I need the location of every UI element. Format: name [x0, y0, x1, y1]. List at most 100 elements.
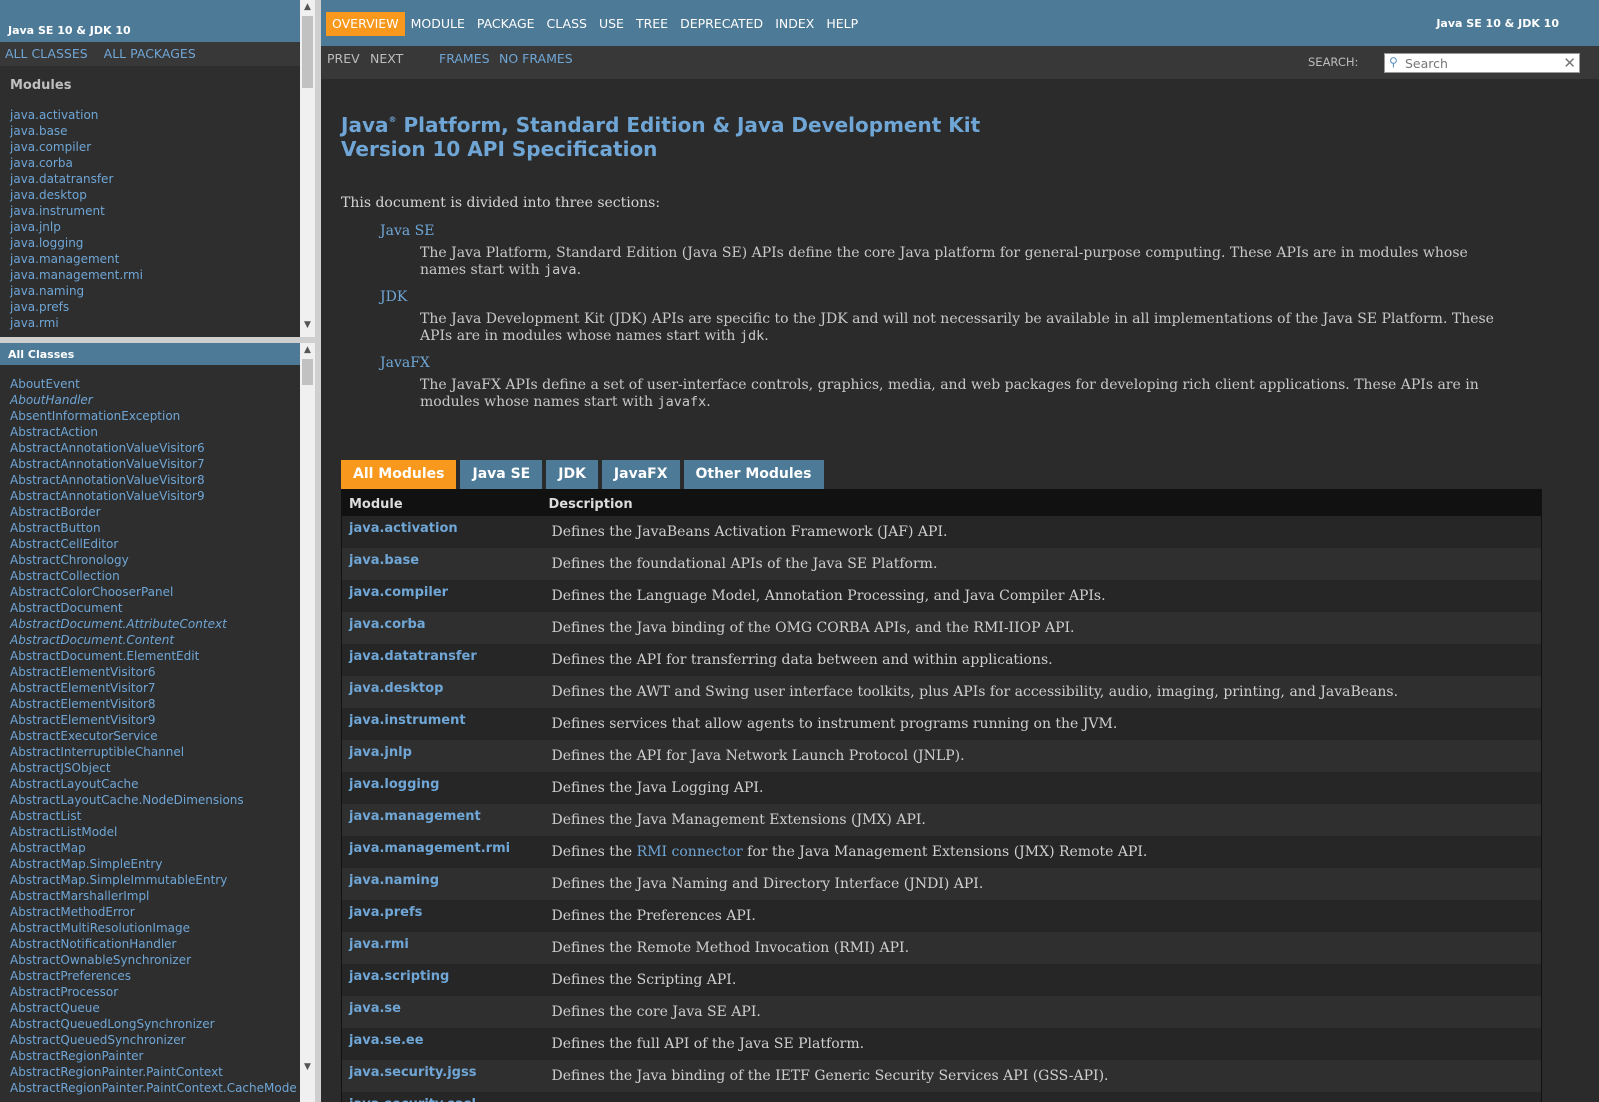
class-link[interactable]: AbstractQueue [10, 1000, 297, 1016]
section-link-jdk[interactable]: JDK [380, 289, 1551, 311]
module-link[interactable]: java.logging [10, 235, 143, 251]
module-name-link[interactable]: java.desktop [341, 675, 542, 708]
class-link[interactable]: AbstractJSObject [10, 760, 297, 776]
class-link[interactable]: AbstractMap [10, 840, 297, 856]
clear-search-icon[interactable]: ✕ [1563, 54, 1576, 72]
class-link[interactable]: AbstractDocument.ElementEdit [10, 648, 297, 664]
class-link[interactable]: AbstractElementVisitor8 [10, 696, 297, 712]
class-link[interactable]: AbstractMarshallerImpl [10, 888, 297, 904]
module-link[interactable]: java.naming [10, 283, 143, 299]
module-link[interactable]: java.prefs [10, 299, 143, 315]
module-name-link[interactable]: java.scripting [341, 963, 542, 996]
class-link[interactable]: AbstractAction [10, 424, 297, 440]
tab-other-modules[interactable]: Other Modules [683, 460, 824, 489]
section-link-java-se[interactable]: Java SE [380, 223, 1551, 245]
module-link[interactable]: java.datatransfer [10, 171, 143, 187]
module-name-link[interactable]: java.compiler [341, 579, 542, 612]
nav-item-help[interactable]: HELP [820, 12, 864, 36]
class-link[interactable]: AbstractQueuedSynchronizer [10, 1032, 297, 1048]
tab-all-modules[interactable]: All Modules [341, 460, 457, 489]
module-name-link[interactable]: java.instrument [341, 707, 542, 740]
module-link[interactable]: java.corba [10, 155, 143, 171]
class-link[interactable]: AbstractCollection [10, 568, 297, 584]
class-link[interactable]: AbstractCellEditor [10, 536, 297, 552]
class-link[interactable]: AboutHandler [10, 392, 297, 408]
class-link[interactable]: AbstractProcessor [10, 984, 297, 1000]
search-box[interactable]: ⚲ ✕ [1384, 53, 1580, 73]
no-frames-link[interactable]: NO FRAMES [499, 51, 573, 66]
scroll-thumb[interactable] [302, 16, 313, 88]
module-name-link[interactable]: java.se.ee [341, 1027, 542, 1060]
module-name-link[interactable]: java.management [341, 803, 542, 836]
module-name-link[interactable]: java.activation [341, 515, 542, 548]
module-link[interactable]: java.management.rmi [10, 267, 143, 283]
frames-link[interactable]: FRAMES [439, 51, 490, 66]
module-name-link[interactable]: java.jnlp [341, 739, 542, 772]
module-name-link[interactable]: java.management.rmi [341, 835, 542, 868]
search-input[interactable] [1405, 55, 1555, 71]
class-link[interactable]: AbstractDocument.AttributeContext [10, 616, 297, 632]
module-name-link[interactable]: java.logging [341, 771, 542, 804]
class-link[interactable]: AbstractList [10, 808, 297, 824]
nav-item-use[interactable]: USE [593, 12, 630, 36]
nav-item-module[interactable]: MODULE [405, 12, 471, 36]
module-name-link[interactable]: java.rmi [341, 931, 542, 964]
class-link[interactable]: AbstractExecutorService [10, 728, 297, 744]
scroll-down-icon[interactable]: ▼ [300, 1060, 315, 1074]
class-link[interactable]: AbstractMethodError [10, 904, 297, 920]
module-link[interactable]: java.rmi [10, 315, 143, 331]
scroll-down-icon[interactable]: ▼ [300, 318, 315, 332]
class-link[interactable]: AbstractButton [10, 520, 297, 536]
class-link[interactable]: AbstractRegionPainter.PaintContext [10, 1064, 297, 1080]
class-link[interactable]: AbstractAnnotationValueVisitor8 [10, 472, 297, 488]
class-link[interactable]: AbstractAnnotationValueVisitor6 [10, 440, 297, 456]
class-link[interactable]: AbstractMap.SimpleEntry [10, 856, 297, 872]
scroll-up-icon[interactable]: ▲ [300, 0, 315, 14]
class-link[interactable]: AbstractChronology [10, 552, 297, 568]
nav-item-tree[interactable]: TREE [630, 12, 674, 36]
class-link[interactable]: AbstractDocument [10, 600, 297, 616]
class-link[interactable]: AbstractBorder [10, 504, 297, 520]
class-link[interactable]: AbstractLayoutCache [10, 776, 297, 792]
scroll-up-icon[interactable]: ▲ [300, 343, 315, 357]
module-name-link[interactable]: java.corba [341, 611, 542, 644]
class-link[interactable]: AbstractRegionPainter.PaintContext.Cache… [10, 1080, 297, 1096]
tab-java-se[interactable]: Java SE [460, 460, 543, 489]
module-name-link[interactable]: java.base [341, 547, 542, 580]
classes-scrollbar[interactable]: ▲ ▼ [300, 343, 315, 1102]
all-classes-link[interactable]: ALL CLASSES [5, 46, 88, 61]
class-link[interactable]: AboutEvent [10, 376, 297, 392]
tab-jdk[interactable]: JDK [546, 460, 598, 489]
class-link[interactable]: AbstractPreferences [10, 968, 297, 984]
class-link[interactable]: AbstractMap.SimpleImmutableEntry [10, 872, 297, 888]
class-link[interactable]: AbstractInterruptibleChannel [10, 744, 297, 760]
class-link[interactable]: AbstractAnnotationValueVisitor9 [10, 488, 297, 504]
class-link[interactable]: AbstractListModel [10, 824, 297, 840]
class-link[interactable]: AbstractElementVisitor7 [10, 680, 297, 696]
module-link[interactable]: java.desktop [10, 187, 143, 203]
all-packages-link[interactable]: ALL PACKAGES [104, 46, 196, 61]
class-link[interactable]: AbstractAnnotationValueVisitor7 [10, 456, 297, 472]
class-link[interactable]: AbstractOwnableSynchronizer [10, 952, 297, 968]
module-name-link[interactable]: java.prefs [341, 899, 542, 932]
class-link[interactable]: AbstractLayoutCache.NodeDimensions [10, 792, 297, 808]
rmi-connector-link[interactable]: RMI connector [637, 844, 743, 860]
nav-item-deprecated[interactable]: DEPRECATED [674, 12, 769, 36]
class-link[interactable]: AbstractNotificationHandler [10, 936, 297, 952]
tab-javafx[interactable]: JavaFX [601, 460, 680, 489]
class-link[interactable]: AbstractElementVisitor6 [10, 664, 297, 680]
module-name-link[interactable]: java.security.sasl [341, 1091, 542, 1102]
module-link[interactable]: java.instrument [10, 203, 143, 219]
module-link[interactable]: java.activation [10, 107, 143, 123]
class-link[interactable]: AbstractElementVisitor9 [10, 712, 297, 728]
module-link[interactable]: java.compiler [10, 139, 143, 155]
module-name-link[interactable]: java.naming [341, 867, 542, 900]
class-link[interactable]: AbstractDocument.Content [10, 632, 297, 648]
class-link[interactable]: AbstractMultiResolutionImage [10, 920, 297, 936]
nav-item-package[interactable]: PACKAGE [471, 12, 541, 36]
module-link[interactable]: java.base [10, 123, 143, 139]
nav-item-class[interactable]: CLASS [541, 12, 593, 36]
section-link-javafx[interactable]: JavaFX [380, 355, 1551, 377]
module-name-link[interactable]: java.datatransfer [341, 643, 542, 676]
class-link[interactable]: AbstractQueuedLongSynchronizer [10, 1016, 297, 1032]
